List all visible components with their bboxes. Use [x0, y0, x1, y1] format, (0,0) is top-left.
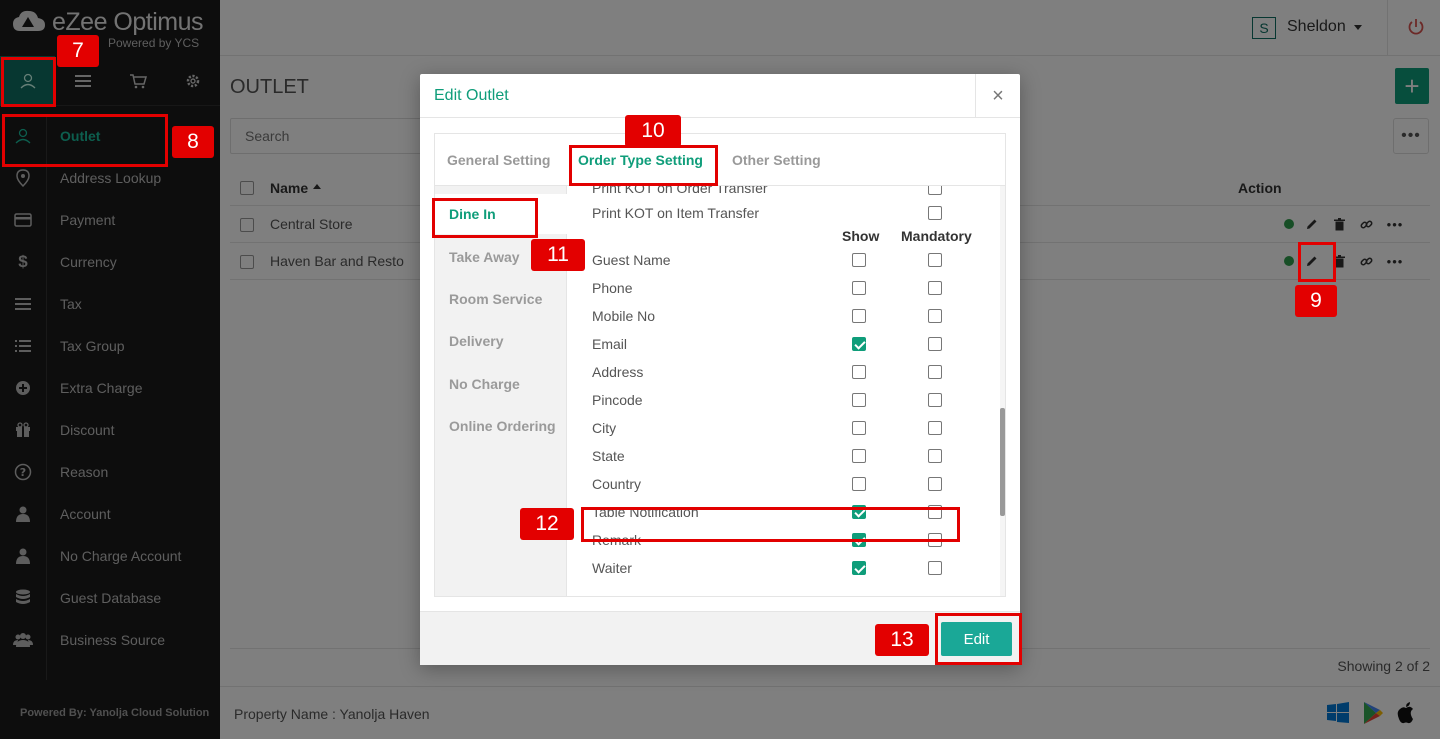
show-checkbox[interactable] — [852, 337, 866, 351]
order-type-room-service[interactable]: Room Service — [449, 291, 542, 307]
highlight-dine-in — [432, 198, 538, 238]
show-checkbox[interactable] — [852, 253, 866, 267]
annotation-badge: 7 — [57, 35, 99, 67]
mandatory-checkbox[interactable] — [928, 253, 942, 267]
highlight-order-type-tab — [569, 145, 718, 186]
highlight-outlet — [2, 114, 168, 167]
tab-other-setting[interactable]: Other Setting — [732, 152, 821, 168]
highlight-profile-tab — [1, 57, 56, 107]
show-checkbox[interactable] — [852, 393, 866, 407]
annotation-badge: 10 — [625, 115, 681, 147]
field-label: Country — [592, 476, 642, 492]
mandatory-checkbox[interactable] — [928, 309, 942, 323]
mandatory-checkbox[interactable] — [928, 561, 942, 575]
field-label: City — [592, 420, 617, 436]
dialog-footer: Edit — [420, 611, 1020, 665]
show-checkbox[interactable] — [852, 561, 866, 575]
mandatory-checkbox[interactable] — [928, 421, 942, 435]
show-checkbox[interactable] — [852, 477, 866, 491]
field-label: Guest Name — [592, 252, 671, 268]
column-show: Show — [842, 228, 880, 244]
annotation-badge: 13 — [875, 624, 929, 656]
settings-tabs: General Setting Order Type Setting Other… — [435, 134, 1005, 186]
kot-order-transfer-checkbox[interactable] — [928, 186, 942, 195]
order-type-online-ordering[interactable]: Online Ordering — [449, 418, 556, 434]
close-button[interactable]: × — [975, 74, 1020, 118]
show-checkbox[interactable] — [852, 281, 866, 295]
dialog-title: Edit Outlet — [434, 87, 509, 104]
scrollbar-track[interactable] — [1000, 186, 1005, 596]
highlight-edit-button — [935, 613, 1022, 665]
order-type-no-charge[interactable]: No Charge — [449, 376, 520, 392]
field-label: Print KOT on Order Transfer — [592, 186, 768, 196]
order-type-take-away[interactable]: Take Away — [449, 249, 520, 265]
field-label: Address — [592, 364, 644, 380]
mandatory-checkbox[interactable] — [928, 337, 942, 351]
annotation-badge: 11 — [531, 239, 585, 271]
show-checkbox[interactable] — [852, 421, 866, 435]
field-label: State — [592, 448, 625, 464]
scrollbar-thumb[interactable] — [1000, 408, 1005, 516]
mandatory-checkbox[interactable] — [928, 393, 942, 407]
annotation-badge: 8 — [172, 126, 214, 158]
field-label: Pincode — [592, 392, 643, 408]
highlight-edit-icon — [1298, 242, 1336, 282]
annotation-badge: 9 — [1295, 285, 1337, 317]
mandatory-checkbox[interactable] — [928, 281, 942, 295]
mandatory-checkbox[interactable] — [928, 477, 942, 491]
field-label: Print KOT on Item Transfer — [592, 205, 760, 221]
show-checkbox[interactable] — [852, 365, 866, 379]
order-type-delivery[interactable]: Delivery — [449, 333, 503, 349]
kot-item-transfer-checkbox[interactable] — [928, 206, 942, 220]
field-label: Email — [592, 336, 628, 352]
show-checkbox[interactable] — [852, 449, 866, 463]
edit-outlet-dialog: Edit Outlet × General Setting Order Type… — [420, 74, 1020, 665]
mandatory-checkbox[interactable] — [928, 365, 942, 379]
tab-general-setting[interactable]: General Setting — [447, 152, 550, 168]
annotation-badge: 12 — [520, 508, 574, 540]
show-checkbox[interactable] — [852, 309, 866, 323]
column-mandatory: Mandatory — [901, 228, 972, 244]
dialog-header: Edit Outlet × — [420, 74, 1020, 118]
field-label: Waiter — [592, 560, 632, 576]
field-label: Mobile No — [592, 308, 656, 324]
highlight-table-notification — [581, 507, 960, 542]
mandatory-checkbox[interactable] — [928, 449, 942, 463]
field-label: Phone — [592, 280, 633, 296]
